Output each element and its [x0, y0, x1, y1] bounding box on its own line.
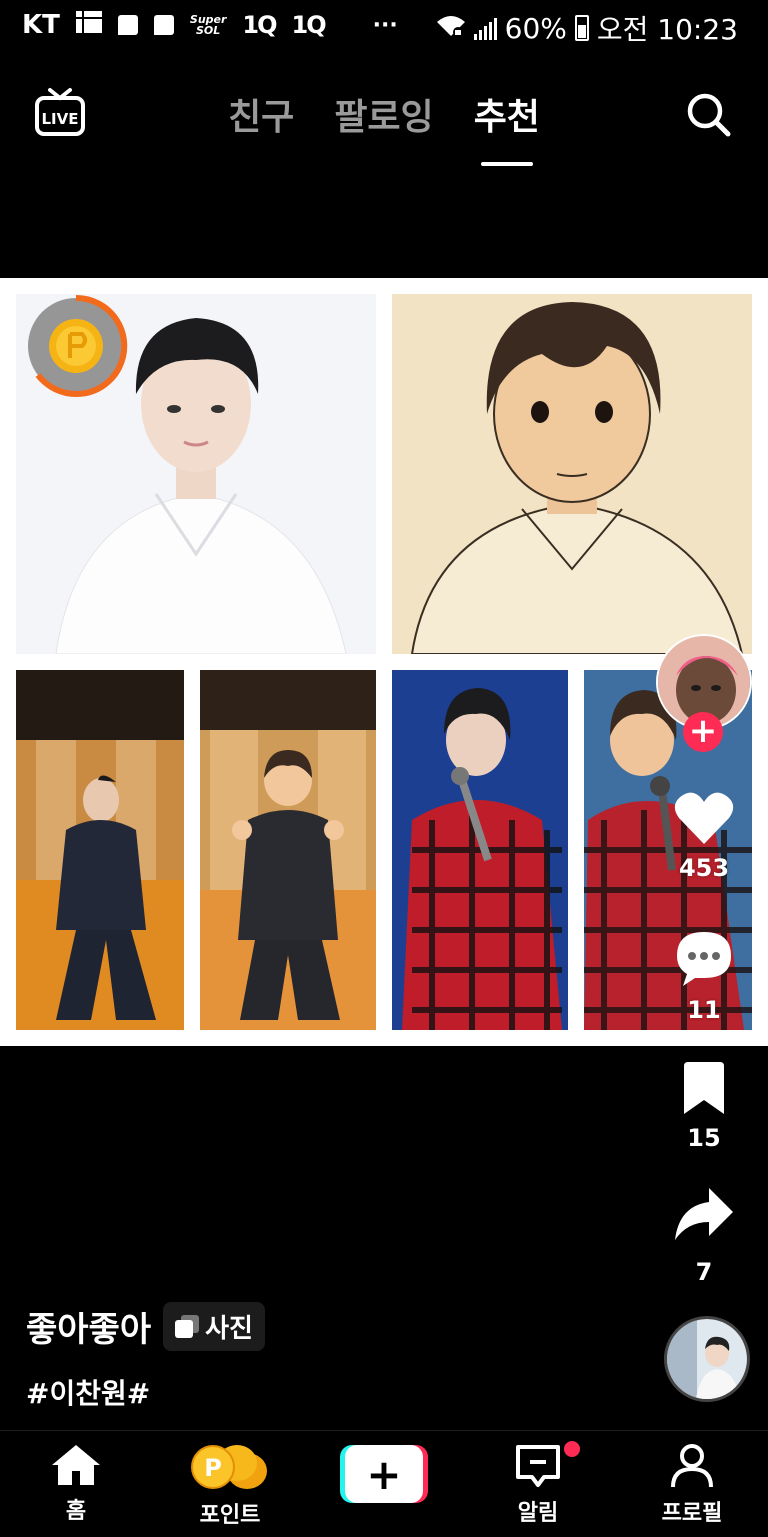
feed-tabs: 친구 팔로잉 추천: [0, 88, 768, 140]
points-icon: P: [191, 1445, 267, 1489]
tab-following[interactable]: 팔로잉: [332, 88, 435, 140]
nav-profile[interactable]: 프로필: [632, 1443, 752, 1527]
plus-icon: +: [366, 1450, 401, 1499]
gallery-notification-icon: [75, 10, 102, 40]
clock: 오전 10:23: [596, 13, 738, 46]
save-count: 15: [687, 1124, 721, 1152]
share-icon: [675, 1188, 733, 1240]
chat-notification-icon: [153, 15, 174, 35]
follow-plus-icon[interactable]: +: [683, 712, 723, 752]
like-button[interactable]: 453: [644, 790, 764, 882]
tab-friends[interactable]: 친구: [226, 88, 296, 140]
signal-icon: [473, 16, 497, 40]
wifi-icon: [436, 12, 466, 45]
nav-home-label: 홈: [65, 1499, 87, 1524]
status-bar: KT Super SOL 1Q 1Q ··· 60% 오전 10:23: [0, 0, 768, 52]
nav-notifications[interactable]: 알림: [478, 1443, 598, 1527]
like-count: 453: [678, 854, 730, 882]
battery-icon: [574, 15, 589, 41]
profile-icon: [671, 1444, 713, 1488]
photo-concert-singer: [392, 670, 568, 1030]
illustration-sofa-suit: [200, 670, 376, 1030]
tab-recommended[interactable]: 추천: [472, 88, 542, 140]
svg-text:P: P: [204, 1454, 222, 1482]
save-button[interactable]: 15: [644, 1062, 764, 1152]
app-notification-icon: 1Q: [291, 11, 327, 39]
more-notifications-icon: ···: [372, 12, 398, 38]
search-icon[interactable]: [684, 90, 732, 138]
battery-percent: 60%: [504, 11, 567, 45]
post-caption: 좋아좋아 사진: [26, 1302, 265, 1351]
carrier-label: KT: [22, 10, 60, 40]
sol-app-icon: Super SOL: [189, 13, 227, 37]
share-count: 7: [695, 1258, 713, 1286]
coin-reward-icon[interactable]: [24, 294, 128, 398]
photo-sofa-suit: [16, 670, 184, 1030]
notification-icon: [516, 1445, 560, 1487]
music-disc[interactable]: [664, 1316, 750, 1402]
nav-notifications-label: 알림: [517, 1501, 559, 1526]
media-type-label: 사진: [205, 1314, 253, 1344]
home-icon: [52, 1445, 100, 1485]
nav-points-label: 포인트: [199, 1503, 261, 1528]
notification-badge: [564, 1441, 580, 1457]
bottom-nav: 홈 P 포인트 + 알림 프로필: [0, 1430, 768, 1537]
heart-icon: [674, 792, 734, 844]
photo-stack-icon: [175, 1314, 200, 1339]
comment-icon: [677, 932, 731, 986]
app-notification-icon: 1Q: [242, 11, 277, 39]
comment-button[interactable]: 11: [644, 928, 764, 1024]
nav-profile-label: 프로필: [661, 1501, 723, 1526]
top-header: LIVE 친구 팔로잉 추천: [0, 80, 768, 170]
photo-mode-badge[interactable]: 사진: [163, 1302, 265, 1351]
create-post-button[interactable]: +: [340, 1445, 428, 1503]
share-button[interactable]: 7: [644, 1186, 764, 1286]
bookmark-icon: [684, 1062, 724, 1114]
comment-count: 11: [687, 996, 721, 1024]
illustration-portrait: [392, 294, 752, 654]
chat-notification-icon: [117, 15, 138, 35]
hashtag-link[interactable]: #이찬원#: [26, 1372, 150, 1412]
author-username[interactable]: 좋아좋아: [26, 1302, 151, 1351]
nav-home[interactable]: 홈: [16, 1443, 136, 1525]
nav-points[interactable]: P 포인트: [170, 1443, 290, 1529]
